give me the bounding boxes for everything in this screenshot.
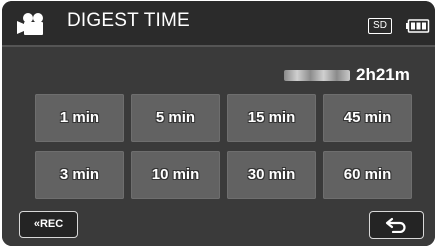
option-button-5-min[interactable]: 5 min <box>131 94 220 142</box>
page-title: DIGEST TIME <box>67 10 190 31</box>
option-button-15-min[interactable]: 15 min <box>227 94 316 142</box>
back-button[interactable] <box>369 211 424 239</box>
option-button-3-min[interactable]: 3 min <box>35 151 124 199</box>
header-bar: DIGEST TIME SD <box>2 1 435 47</box>
rec-mode-button[interactable]: «REC <box>19 211 78 238</box>
option-button-10-min[interactable]: 10 min <box>131 151 220 199</box>
option-button-30-min[interactable]: 30 min <box>227 151 316 199</box>
remaining-time-value: 2h21m <box>356 65 410 84</box>
remaining-time-obscured-field <box>284 70 350 81</box>
battery-full-icon <box>406 19 430 33</box>
camera-screen: DIGEST TIME SD 2h21m 1 min 5 min 15 min … <box>2 1 435 246</box>
option-button-1-min[interactable]: 1 min <box>35 94 124 142</box>
option-button-60-min[interactable]: 60 min <box>323 151 412 199</box>
sd-card-badge: SD <box>368 18 392 34</box>
video-camera-icon <box>17 13 43 35</box>
return-arrow-icon <box>385 217 406 233</box>
option-button-45-min[interactable]: 45 min <box>323 94 412 142</box>
